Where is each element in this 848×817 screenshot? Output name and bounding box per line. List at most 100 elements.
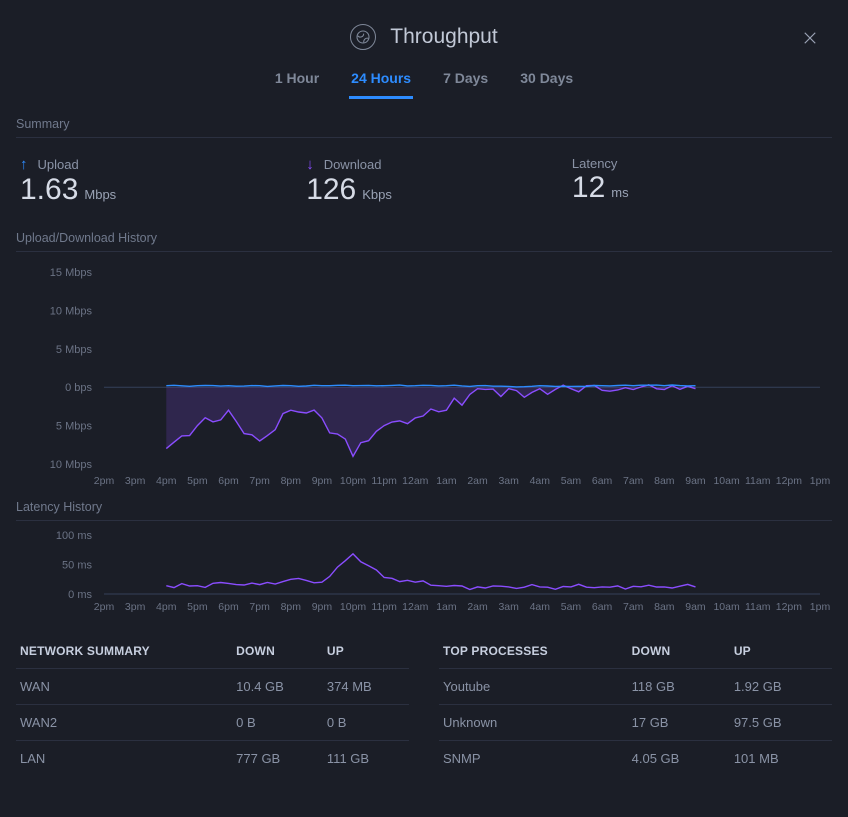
svg-text:4am: 4am	[530, 601, 551, 613]
table-row[interactable]: LAN777 GB111 GB	[16, 741, 409, 777]
section-summary: Summary	[16, 117, 832, 138]
svg-text:9pm: 9pm	[312, 601, 333, 613]
row-down: 118 GB	[628, 669, 730, 705]
row-up: 374 MB	[323, 669, 409, 705]
table-row[interactable]: SNMP4.05 GB101 MB	[439, 741, 832, 777]
svg-text:11am: 11am	[745, 475, 771, 487]
col-down: DOWN	[628, 638, 730, 669]
latency-chart: 0 ms50 ms100 ms2pm3pm4pm5pm6pm7pm8pm9pm1…	[16, 521, 832, 616]
tab-7-days[interactable]: 7 Days	[441, 66, 490, 99]
row-up: 101 MB	[730, 741, 832, 777]
svg-text:4pm: 4pm	[156, 601, 177, 613]
row-up: 0 B	[323, 705, 409, 741]
row-name: WAN2	[16, 705, 232, 741]
arrow-down-icon: ↓	[306, 156, 314, 173]
top-processes-table: TOP PROCESSES DOWN UP Youtube118 GB1.92 …	[439, 638, 832, 776]
svg-text:50 ms: 50 ms	[62, 560, 92, 572]
svg-text:2pm: 2pm	[94, 601, 115, 613]
row-down: 4.05 GB	[628, 741, 730, 777]
svg-text:12am: 12am	[402, 601, 429, 613]
svg-text:10 Mbps: 10 Mbps	[50, 459, 93, 471]
table-row[interactable]: WAN20 B0 B	[16, 705, 409, 741]
table-row[interactable]: Youtube118 GB1.92 GB	[439, 669, 832, 705]
svg-text:3pm: 3pm	[125, 601, 146, 613]
svg-text:6am: 6am	[592, 475, 613, 487]
svg-text:1pm: 1pm	[810, 475, 831, 487]
svg-text:10pm: 10pm	[340, 475, 367, 487]
svg-text:6am: 6am	[592, 601, 613, 613]
row-down: 0 B	[232, 705, 323, 741]
row-name: LAN	[16, 741, 232, 777]
tab-24-hours[interactable]: 24 Hours	[349, 66, 413, 99]
metric-latency-label: Latency	[572, 156, 618, 171]
svg-text:8am: 8am	[654, 475, 675, 487]
svg-text:3pm: 3pm	[125, 475, 146, 487]
svg-text:9am: 9am	[685, 601, 706, 613]
table-row[interactable]: Unknown17 GB97.5 GB	[439, 705, 832, 741]
time-range-tabs: 1 Hour 24 Hours 7 Days 30 Days	[16, 66, 832, 109]
tab-1-hour[interactable]: 1 Hour	[273, 66, 321, 99]
close-button[interactable]	[796, 24, 824, 52]
metric-download-label: Download	[324, 157, 382, 172]
svg-text:5 Mbps: 5 Mbps	[56, 344, 93, 356]
metric-latency: Latency 12 ms	[572, 156, 629, 207]
close-icon	[801, 29, 819, 47]
row-name: Unknown	[439, 705, 628, 741]
svg-text:10am: 10am	[713, 601, 740, 613]
svg-text:8am: 8am	[654, 601, 675, 613]
svg-text:12am: 12am	[402, 475, 429, 487]
svg-text:5 Mbps: 5 Mbps	[56, 421, 93, 433]
row-up: 97.5 GB	[730, 705, 832, 741]
metric-upload-label: Upload	[38, 157, 79, 172]
row-name: WAN	[16, 669, 232, 705]
tab-30-days[interactable]: 30 Days	[518, 66, 575, 99]
svg-text:11pm: 11pm	[371, 601, 397, 613]
row-name: Youtube	[439, 669, 628, 705]
svg-text:0 bps: 0 bps	[65, 382, 92, 394]
metric-upload-value: 1.63	[20, 173, 78, 207]
metric-download: ↓ Download 126 Kbps	[306, 156, 392, 207]
metric-upload: ↑ Upload 1.63 Mbps	[20, 156, 116, 207]
arrow-up-icon: ↑	[20, 156, 28, 173]
svg-text:9pm: 9pm	[312, 475, 333, 487]
svg-text:5pm: 5pm	[187, 475, 208, 487]
svg-text:5pm: 5pm	[187, 601, 208, 613]
page-title-text: Throughput	[390, 25, 497, 49]
table-row[interactable]: WAN10.4 GB374 MB	[16, 669, 409, 705]
row-down: 17 GB	[628, 705, 730, 741]
summary-metrics: ↑ Upload 1.63 Mbps ↓ Download 126 Kbps L…	[16, 138, 832, 223]
col-up: UP	[323, 638, 409, 669]
svg-text:12pm: 12pm	[776, 601, 803, 613]
metric-latency-unit: ms	[611, 185, 628, 200]
svg-text:2pm: 2pm	[94, 475, 115, 487]
globe-icon	[350, 24, 376, 50]
svg-text:0 ms: 0 ms	[68, 589, 92, 601]
svg-text:6pm: 6pm	[218, 475, 239, 487]
row-down: 10.4 GB	[232, 669, 323, 705]
svg-text:3am: 3am	[498, 601, 519, 613]
throughput-modal: { "header": { "title": "Throughput" }, "…	[0, 0, 848, 817]
page-title: Throughput	[350, 24, 497, 50]
col-down: DOWN	[232, 638, 323, 669]
svg-text:5am: 5am	[561, 475, 582, 487]
svg-text:12pm: 12pm	[776, 475, 803, 487]
svg-text:11pm: 11pm	[371, 475, 397, 487]
network-summary-title: NETWORK SUMMARY	[16, 638, 232, 669]
svg-text:8pm: 8pm	[281, 475, 302, 487]
col-up: UP	[730, 638, 832, 669]
throughput-chart: 0 bps5 Mbps10 Mbps15 Mbps5 Mbps10 Mbps2p…	[16, 252, 832, 492]
svg-text:1am: 1am	[436, 601, 457, 613]
row-name: SNMP	[439, 741, 628, 777]
network-summary-table: NETWORK SUMMARY DOWN UP WAN10.4 GB374 MB…	[16, 638, 409, 776]
section-latency: Latency History	[16, 500, 832, 521]
svg-text:10 Mbps: 10 Mbps	[50, 305, 93, 317]
svg-text:15 Mbps: 15 Mbps	[50, 267, 93, 279]
svg-text:11am: 11am	[745, 601, 771, 613]
section-history: Upload/Download History	[16, 231, 832, 252]
svg-text:6pm: 6pm	[218, 601, 239, 613]
metric-download-unit: Kbps	[362, 187, 392, 202]
svg-text:5am: 5am	[561, 601, 582, 613]
row-down: 777 GB	[232, 741, 323, 777]
svg-text:10pm: 10pm	[340, 601, 367, 613]
svg-text:8pm: 8pm	[281, 601, 302, 613]
